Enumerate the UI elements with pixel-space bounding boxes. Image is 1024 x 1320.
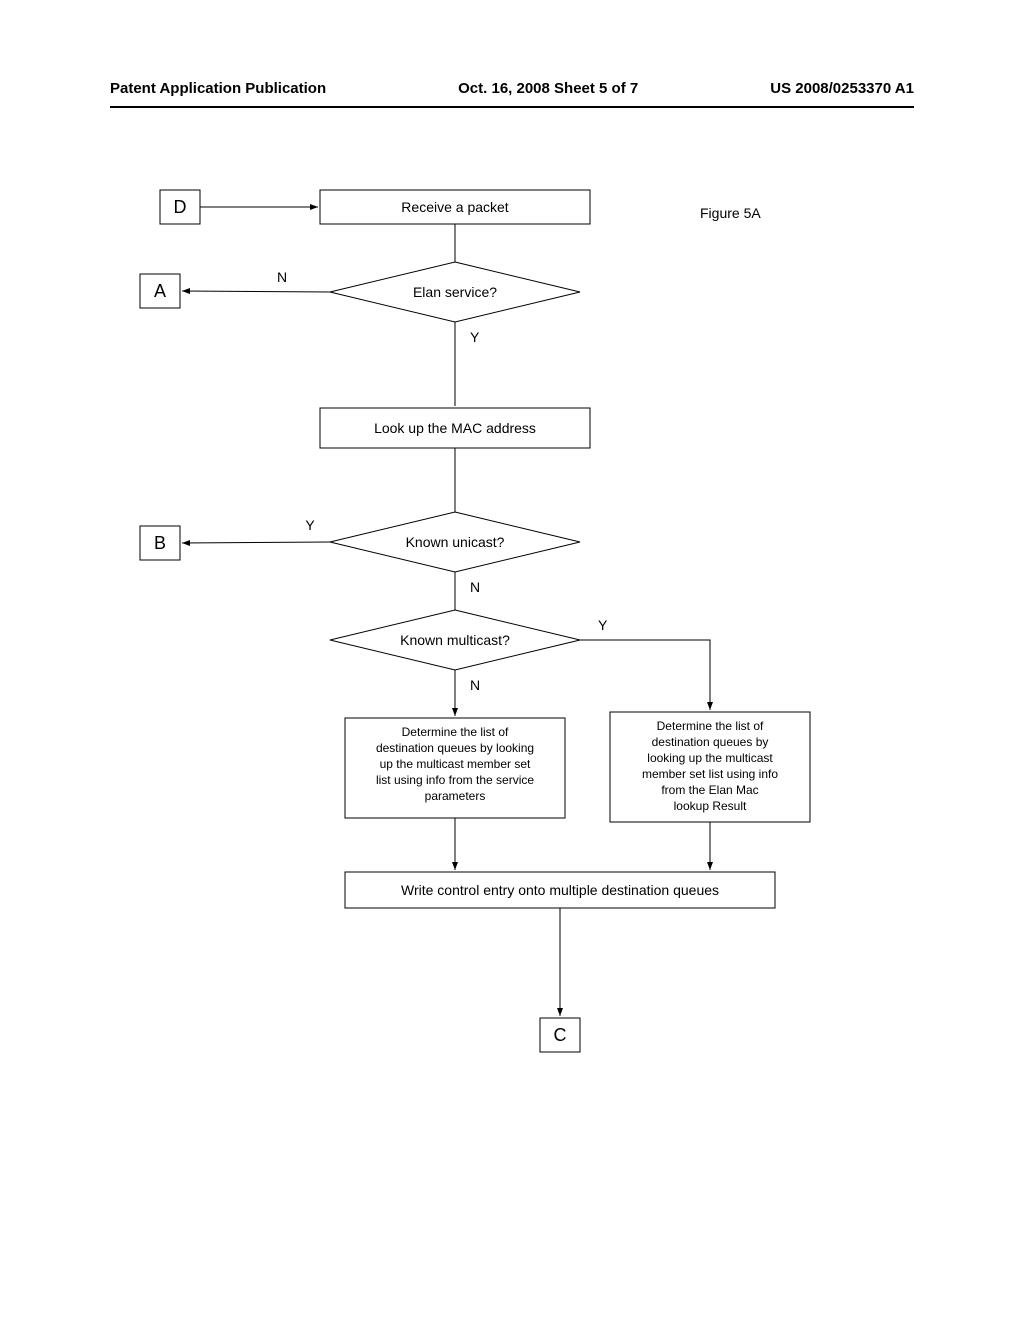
step4-l1: Determine the list of — [657, 719, 764, 733]
step3-l5: parameters — [425, 789, 486, 803]
decision2-y-label: Y — [305, 517, 315, 533]
step4-l4: member set list using info — [642, 767, 778, 781]
decision3-n-label: N — [470, 677, 480, 693]
connector-c-label: C — [554, 1025, 567, 1045]
decision-elan-service-label: Elan service? — [413, 284, 497, 300]
step3-l4: list using info from the service — [376, 773, 534, 787]
step3-l3: up the multicast member set — [380, 757, 531, 771]
step4-l3: looking up the multicast — [647, 751, 773, 765]
header-left: Patent Application Publication — [110, 80, 326, 106]
decision2-n-label: N — [470, 579, 480, 595]
decision-known-unicast-label: Known unicast? — [406, 534, 505, 550]
connector-a-label: A — [154, 281, 166, 301]
figure-label: Figure 5A — [700, 205, 761, 221]
decision3-y-label: Y — [598, 617, 608, 633]
decision1-n-label: N — [277, 269, 287, 285]
connector-d-label: D — [174, 197, 187, 217]
step4-l2: destination queues by — [652, 735, 769, 749]
edge-decision1-to-a — [182, 291, 330, 292]
step3-l2: destination queues by looking — [376, 741, 534, 755]
edge-decision2-to-b — [182, 542, 330, 543]
decision1-y-label: Y — [470, 329, 480, 345]
decision-known-multicast-label: Known multicast? — [400, 632, 510, 648]
connector-b-label: B — [154, 533, 166, 553]
step-write-control-entry-label: Write control entry onto multiple destin… — [401, 882, 719, 898]
flowchart: Figure 5A D Receive a packet Elan servic… — [120, 170, 900, 1170]
page-header: Patent Application Publication Oct. 16, … — [110, 80, 914, 108]
step4-l6: lookup Result — [674, 799, 747, 813]
step3-l1: Determine the list of — [402, 725, 509, 739]
step-lookup-mac-label: Look up the MAC address — [374, 420, 536, 436]
header-right: US 2008/0253370 A1 — [770, 80, 914, 106]
header-center: Oct. 16, 2008 Sheet 5 of 7 — [458, 80, 638, 106]
step4-l5: from the Elan Mac — [661, 783, 758, 797]
step-receive-packet-label: Receive a packet — [401, 199, 509, 215]
edge-decision3-to-step4 — [580, 640, 710, 710]
